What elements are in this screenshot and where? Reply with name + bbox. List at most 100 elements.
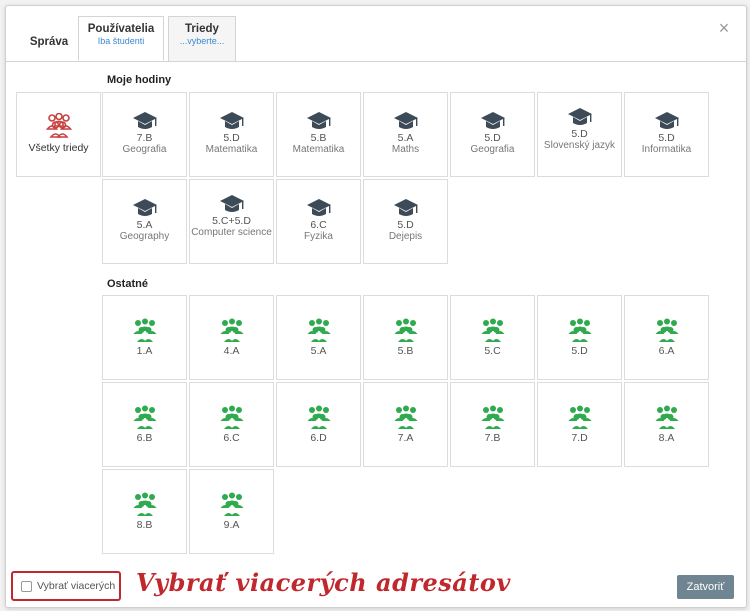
- class-label: 5.C: [484, 345, 501, 357]
- lesson-subject: Geografia: [470, 144, 515, 155]
- recipient-dialog: Správa Používatelia Iba študenti Triedy …: [5, 5, 747, 608]
- lesson-class: 5.C+5.D: [212, 215, 251, 227]
- group-icon: [568, 405, 591, 429]
- group-icon: [568, 318, 591, 342]
- lesson-tile[interactable]: 5.D Dejepis: [363, 179, 448, 264]
- lesson-tile[interactable]: 5.D Slovenský jazyk: [537, 92, 622, 177]
- group-icon: [45, 113, 72, 138]
- class-tile[interactable]: 6.B: [102, 382, 187, 467]
- graduation-cap-icon: [306, 112, 331, 129]
- class-label: 6.A: [658, 345, 675, 357]
- class-tile[interactable]: 7.B: [450, 382, 535, 467]
- graduation-cap-icon: [219, 112, 244, 129]
- graduation-cap-icon: [132, 199, 157, 216]
- class-tile[interactable]: 6.A: [624, 295, 709, 380]
- class-label: 7.D: [571, 432, 588, 444]
- lesson-subject: Fyzika: [304, 231, 333, 242]
- class-label: 4.A: [223, 345, 240, 357]
- tab-users[interactable]: Používatelia Iba študenti: [78, 16, 164, 61]
- lesson-subject: Geography: [119, 231, 170, 242]
- lesson-class: 6.C: [310, 219, 327, 231]
- tab-sublabel: Iba študenti: [97, 36, 145, 46]
- group-icon: [133, 318, 156, 342]
- graduation-cap-icon: [654, 112, 679, 129]
- select-multiple-label: Vybrať viacerých: [37, 580, 116, 592]
- class-label: 6.B: [136, 432, 153, 444]
- lesson-tile[interactable]: 5.B Matematika: [276, 92, 361, 177]
- class-tile[interactable]: 8.B: [102, 469, 187, 554]
- annotation-text: Vybrať viacerých adresátov: [136, 568, 511, 597]
- class-tile[interactable]: 6.C: [189, 382, 274, 467]
- class-label: 7.A: [397, 432, 414, 444]
- class-tile[interactable]: 1.A: [102, 295, 187, 380]
- group-icon: [133, 405, 156, 429]
- class-label: 5.B: [397, 345, 414, 357]
- class-tile[interactable]: 5.D: [537, 295, 622, 380]
- checkbox-box[interactable]: [21, 580, 32, 592]
- class-label: 8.B: [136, 519, 153, 531]
- lesson-class: 5.D: [658, 132, 675, 144]
- lesson-tile[interactable]: 5.C+5.D Computer science: [189, 179, 274, 264]
- lesson-subject: Slovenský jazyk: [543, 140, 616, 151]
- lesson-subject: Matematika: [292, 144, 345, 155]
- tab-sprava[interactable]: Správa: [24, 16, 74, 61]
- lesson-class: 5.B: [310, 132, 327, 144]
- tab-label: Triedy: [185, 23, 219, 35]
- lesson-class: 5.D: [484, 132, 501, 144]
- tab-divider: [6, 61, 746, 62]
- class-tile[interactable]: 5.B: [363, 295, 448, 380]
- lesson-tile[interactable]: 5.D Geografia: [450, 92, 535, 177]
- class-tile[interactable]: 8.A: [624, 382, 709, 467]
- lesson-class: 5.A: [397, 132, 414, 144]
- class-tile[interactable]: 9.A: [189, 469, 274, 554]
- group-icon: [133, 492, 156, 516]
- lesson-tile[interactable]: 5.D Matematika: [189, 92, 274, 177]
- tab-label: Používatelia: [87, 23, 155, 35]
- select-multiple-checkbox[interactable]: Vybrať viacerých: [11, 571, 121, 601]
- tile-all-classes[interactable]: Všetky triedy: [16, 92, 101, 177]
- section-my-lessons: Moje hodiny: [107, 74, 172, 86]
- close-button[interactable]: Zatvoriť: [677, 575, 734, 599]
- class-tile[interactable]: 4.A: [189, 295, 274, 380]
- lesson-class: 5.D: [571, 128, 588, 140]
- group-icon: [655, 405, 678, 429]
- class-tile[interactable]: 5.C: [450, 295, 535, 380]
- graduation-cap-icon: [219, 195, 244, 212]
- group-icon: [307, 405, 330, 429]
- group-icon: [655, 318, 678, 342]
- group-icon: [307, 318, 330, 342]
- lesson-class: 5.A: [136, 219, 153, 231]
- group-icon: [394, 318, 417, 342]
- lesson-tile[interactable]: 7.B Geografia: [102, 92, 187, 177]
- group-icon: [220, 405, 243, 429]
- tab-label: Správa: [29, 36, 69, 48]
- class-label: 1.A: [136, 345, 153, 357]
- tab-classes[interactable]: Triedy ...vyberte...: [168, 16, 236, 61]
- class-label: 5.D: [571, 345, 588, 357]
- lesson-tile[interactable]: 5.D Informatika: [624, 92, 709, 177]
- class-tile[interactable]: 7.A: [363, 382, 448, 467]
- group-icon: [394, 405, 417, 429]
- close-icon[interactable]: ×: [716, 19, 732, 37]
- lesson-tile[interactable]: 5.A Maths: [363, 92, 448, 177]
- tab-sublabel: ...vyberte...: [179, 36, 225, 46]
- class-tile[interactable]: 5.A: [276, 295, 361, 380]
- section-other: Ostatné: [107, 278, 148, 290]
- lesson-subject: Computer science: [191, 227, 272, 238]
- graduation-cap-icon: [132, 112, 157, 129]
- lesson-tile[interactable]: 5.A Geography: [102, 179, 187, 264]
- lesson-subject: Maths: [391, 144, 420, 155]
- lesson-subject: Geografia: [122, 144, 167, 155]
- lesson-class: 5.D: [223, 132, 240, 144]
- class-tile[interactable]: 6.D: [276, 382, 361, 467]
- tile-label: Všetky triedy: [28, 142, 89, 154]
- lesson-class: 7.B: [136, 132, 153, 144]
- lesson-subject: Informatika: [641, 144, 692, 155]
- lesson-subject: Dejepis: [388, 231, 423, 242]
- lesson-tile[interactable]: 6.C Fyzika: [276, 179, 361, 264]
- class-tile[interactable]: 7.D: [537, 382, 622, 467]
- group-icon: [220, 318, 243, 342]
- class-label: 9.A: [223, 519, 240, 531]
- group-icon: [481, 318, 504, 342]
- class-label: 8.A: [658, 432, 675, 444]
